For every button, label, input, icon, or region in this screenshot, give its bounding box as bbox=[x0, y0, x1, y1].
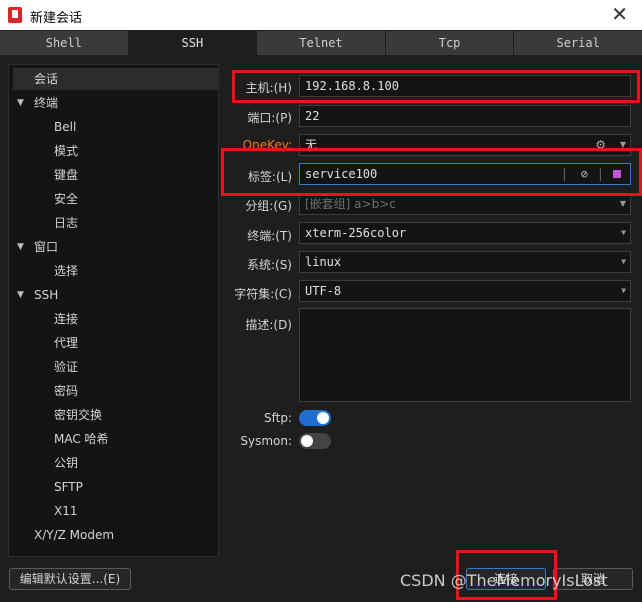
tab-serial[interactable]: Serial bbox=[514, 31, 642, 55]
highlight-box-host bbox=[232, 70, 640, 103]
tree-item-keyboard[interactable]: 键盘 bbox=[54, 164, 78, 186]
tree-item-mac[interactable]: MAC 哈希 bbox=[54, 428, 109, 450]
charset-select[interactable]: UTF-8 ▼ bbox=[299, 280, 631, 302]
sysmon-toggle[interactable] bbox=[299, 433, 331, 449]
port-label: 端口:(P) bbox=[247, 111, 292, 125]
sftp-label: Sftp: bbox=[264, 411, 292, 425]
edit-defaults-button[interactable]: 编辑默认设置...(E) bbox=[9, 568, 131, 590]
watermark-text: CSDN @TheMemoryIsLost bbox=[400, 571, 608, 590]
tree-item-proxy[interactable]: 代理 bbox=[54, 332, 78, 354]
group-label: 分组:(G) bbox=[245, 199, 292, 213]
group-input[interactable]: [嵌套组] a>b>c ▼ bbox=[299, 193, 631, 215]
tree-item-cipher[interactable]: 密码 bbox=[54, 380, 78, 402]
tree-item-terminal[interactable]: ▼ 终端 bbox=[17, 92, 59, 114]
tab-shell[interactable]: Shell bbox=[0, 31, 128, 55]
tree-item-window[interactable]: ▼ 窗口 bbox=[17, 236, 59, 258]
window-title: 新建会话 bbox=[30, 11, 83, 26]
description-textarea[interactable] bbox=[299, 308, 631, 402]
toggle-knob bbox=[301, 435, 313, 447]
tree-item-kex[interactable]: 密钥交换 bbox=[54, 404, 102, 426]
tree-item-ssh[interactable]: ▼ SSH bbox=[17, 284, 59, 306]
highlight-box-tag bbox=[221, 148, 642, 196]
system-label: 系统:(S) bbox=[246, 258, 292, 272]
chevron-down-icon[interactable]: ▼ bbox=[620, 194, 626, 214]
tree-item-auth[interactable]: 验证 bbox=[54, 356, 78, 378]
tree-item-mode[interactable]: 模式 bbox=[54, 140, 78, 162]
tree-item-x11[interactable]: X11 bbox=[54, 500, 78, 522]
settings-tree: 会话 ▼ 终端 Bell 模式 键盘 安全 日志 ▼ 窗口 选择 ▼ SSH 连接 代… bbox=[8, 64, 219, 557]
charset-value: UTF-8 bbox=[305, 284, 342, 298]
sftp-toggle[interactable] bbox=[299, 410, 331, 426]
tab-telnet[interactable]: Telnet bbox=[257, 31, 385, 55]
charset-label: 字符集:(C) bbox=[234, 287, 292, 301]
tree-label: 终端 bbox=[34, 96, 59, 110]
sysmon-label: Sysmon: bbox=[240, 434, 292, 448]
chevron-down-icon[interactable]: ▼ bbox=[621, 281, 626, 301]
tree-item-bell[interactable]: Bell bbox=[54, 116, 76, 138]
tree-item-pubkey[interactable]: 公钥 bbox=[54, 452, 78, 474]
port-input[interactable]: 22 bbox=[299, 105, 631, 127]
system-select[interactable]: linux ▼ bbox=[299, 251, 631, 273]
close-icon[interactable]: ✕ bbox=[611, 3, 628, 25]
toggle-knob bbox=[317, 412, 329, 424]
tree-label: 窗口 bbox=[34, 240, 59, 254]
group-placeholder: [嵌套组] a>b>c bbox=[305, 197, 396, 211]
system-value: linux bbox=[305, 255, 342, 269]
tree-item-selection[interactable]: 选择 bbox=[54, 260, 78, 282]
tree-item-xyz-modem[interactable]: X/Y/Z Modem bbox=[34, 524, 114, 546]
protocol-tabs: Shell SSH Telnet Tcp Serial bbox=[0, 31, 642, 55]
tree-item-log[interactable]: 日志 bbox=[54, 212, 78, 234]
tab-tcp[interactable]: Tcp bbox=[385, 31, 514, 55]
terminal-value: xterm-256color bbox=[305, 226, 407, 240]
title-bar: 新建会话 ✕ bbox=[0, 0, 642, 30]
chevron-down-icon[interactable]: ▼ bbox=[621, 252, 626, 272]
tree-item-connection[interactable]: 连接 bbox=[54, 308, 78, 330]
terminal-select[interactable]: xterm-256color ▼ bbox=[299, 222, 631, 244]
chevron-down-icon[interactable]: ▼ bbox=[621, 223, 626, 243]
expand-arrow-icon[interactable]: ▼ bbox=[17, 236, 24, 258]
app-icon bbox=[8, 7, 22, 23]
tree-label: SSH bbox=[34, 288, 59, 302]
terminal-label: 终端:(T) bbox=[247, 229, 292, 243]
tree-item-security[interactable]: 安全 bbox=[54, 188, 78, 210]
expand-arrow-icon[interactable]: ▼ bbox=[17, 92, 24, 114]
expand-arrow-icon[interactable]: ▼ bbox=[17, 284, 24, 306]
tree-item-sftp[interactable]: SFTP bbox=[54, 476, 83, 498]
description-label: 描述:(D) bbox=[245, 318, 292, 332]
tab-ssh[interactable]: SSH bbox=[128, 31, 257, 55]
tree-item-session[interactable]: 会话 bbox=[13, 68, 218, 90]
